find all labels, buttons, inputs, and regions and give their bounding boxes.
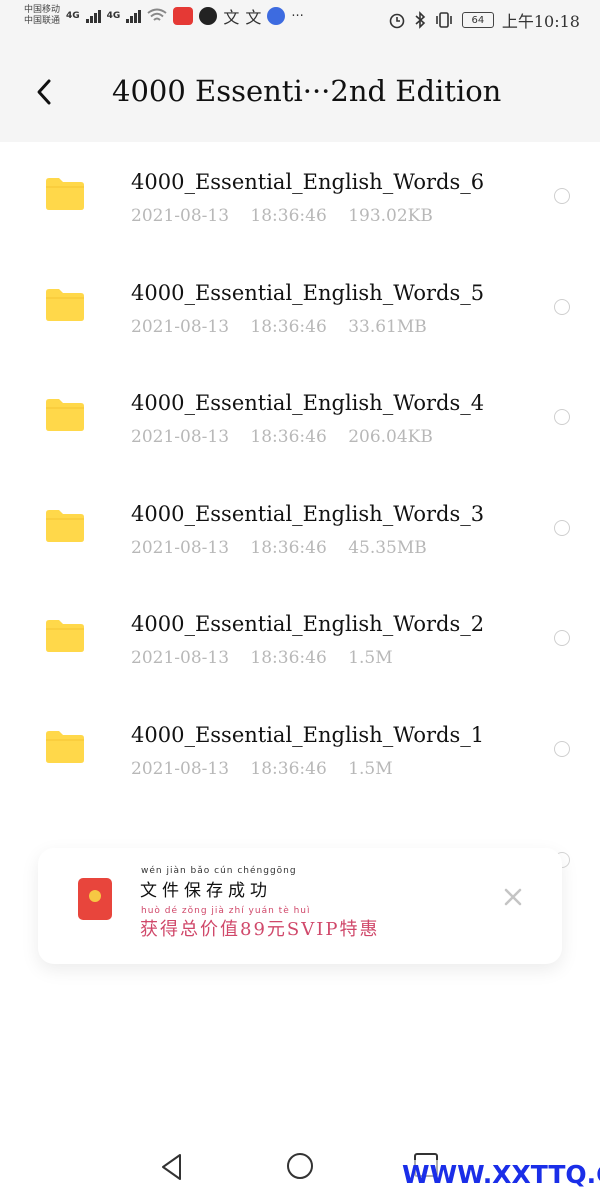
file-size: 206.04KB bbox=[348, 427, 433, 448]
app-header: 4000 Essenti···2nd Edition bbox=[0, 40, 600, 142]
file-size: 1.5M bbox=[348, 758, 393, 779]
music-app-icon bbox=[267, 7, 286, 25]
folder-icon bbox=[46, 399, 84, 432]
battery-icon: 64 bbox=[461, 12, 494, 28]
file-name: 4000_Essential_English_Words_5 bbox=[131, 280, 485, 305]
app-text-icon: 文 bbox=[223, 8, 240, 27]
toast-close-button[interactable] bbox=[502, 886, 524, 908]
close-icon bbox=[504, 888, 522, 906]
status-bar: 中国移动 中国联通 4G 4G 文 文 ··· 64 上午10:18 bbox=[0, 0, 600, 40]
select-radio[interactable] bbox=[554, 630, 570, 647]
signal-bars-icon bbox=[85, 9, 101, 23]
file-list: 4000_Essential_English_Words_6 2021-08-1… bbox=[0, 142, 600, 868]
app-notification-icon bbox=[173, 7, 194, 25]
file-date: 2021-08-13 bbox=[131, 427, 230, 448]
site-watermark: WWW.XXTTQ.COM bbox=[402, 1160, 600, 1189]
select-radio[interactable] bbox=[554, 188, 570, 204]
file-row[interactable]: 4000_Essential_English_Words_2 2021-08-1… bbox=[0, 584, 600, 695]
network-type-1: 4G bbox=[66, 11, 80, 21]
vibrate-icon bbox=[436, 12, 452, 28]
file-meta: 2021-08-13 18:36:46 45.35MB bbox=[131, 538, 443, 558]
file-meta: 2021-08-13 18:36:46 1.5M bbox=[131, 759, 409, 779]
file-date: 2021-08-13 bbox=[131, 537, 230, 558]
folder-icon bbox=[46, 178, 84, 210]
back-button[interactable] bbox=[28, 72, 60, 112]
app-notification-icon bbox=[199, 7, 218, 25]
file-browser-screen: 中国移动 中国联通 4G 4G 文 文 ··· 64 上午10:18 4000 … bbox=[0, 0, 600, 1200]
file-name: 4000_Essential_English_Words_2 bbox=[131, 612, 485, 637]
file-row[interactable]: 4000_Essential_English_Words_4 2021-08-1… bbox=[0, 363, 600, 474]
file-time: 18:36:46 bbox=[250, 537, 327, 558]
bluetooth-icon bbox=[415, 11, 426, 29]
file-meta: 2021-08-13 18:36:46 33.61MB bbox=[131, 317, 443, 337]
select-radio[interactable] bbox=[554, 519, 570, 536]
file-date: 2021-08-13 bbox=[131, 758, 230, 779]
save-success-toast[interactable]: wén jiàn bǎo cún chénggōng 文件保存成功 huò dé… bbox=[38, 848, 562, 964]
file-name: 4000_Essential_English_Words_3 bbox=[131, 501, 485, 526]
page-title: 4000 Essenti···2nd Edition bbox=[112, 74, 502, 108]
file-size: 193.02KB bbox=[348, 206, 433, 226]
toast-message: 文件保存成功 bbox=[140, 881, 272, 901]
folder-icon bbox=[46, 620, 84, 653]
select-radio[interactable] bbox=[554, 298, 570, 315]
file-time: 18:36:46 bbox=[250, 648, 327, 669]
file-time: 18:36:46 bbox=[250, 316, 327, 337]
wifi-icon bbox=[147, 8, 167, 21]
file-time: 18:36:46 bbox=[250, 427, 327, 448]
network-type-2: 4G bbox=[106, 11, 121, 21]
carrier-2: 中国联通 bbox=[24, 16, 61, 26]
file-time: 18:36:46 bbox=[250, 758, 327, 779]
nav-home-icon[interactable] bbox=[286, 1152, 314, 1180]
file-size: 33.61MB bbox=[348, 316, 427, 337]
select-radio[interactable] bbox=[554, 740, 570, 757]
file-date: 2021-08-13 bbox=[131, 648, 230, 669]
file-row[interactable]: 4000_Essential_English_Words_1 2021-08-1… bbox=[0, 695, 600, 806]
select-radio[interactable] bbox=[554, 409, 570, 426]
file-name: 4000_Essential_English_Words_1 bbox=[131, 722, 485, 747]
app-text-icon: 文 bbox=[245, 8, 262, 27]
file-row[interactable]: 4000_Essential_English_Words_6 2021-08-1… bbox=[0, 142, 600, 253]
more-notifications-icon: ··· bbox=[291, 8, 304, 24]
toast-promo-link[interactable]: 获得总价值89元SVIP特惠 bbox=[140, 915, 379, 941]
file-meta: 2021-08-13 18:36:46 1.5M bbox=[131, 648, 409, 668]
file-name: 4000_Essential_English_Words_6 bbox=[131, 170, 485, 194]
folder-icon bbox=[46, 730, 84, 763]
carrier-1: 中国移动 bbox=[24, 5, 61, 15]
file-row[interactable]: 4000_Essential_English_Words_3 2021-08-1… bbox=[0, 474, 600, 585]
alarm-icon bbox=[389, 13, 405, 29]
file-size: 1.5M bbox=[348, 648, 393, 669]
status-left: 中国移动 中国联通 4G 4G 文 文 ··· bbox=[24, 4, 304, 28]
file-name: 4000_Essential_English_Words_4 bbox=[131, 391, 485, 416]
carrier-names: 中国移动 中国联通 bbox=[24, 5, 60, 27]
file-date: 2021-08-13 bbox=[131, 206, 230, 226]
folder-icon bbox=[46, 288, 84, 321]
status-right: 64 上午10:18 bbox=[388, 8, 580, 32]
file-size: 45.35MB bbox=[348, 537, 427, 558]
file-meta: 2021-08-13 18:36:46 206.04KB bbox=[131, 427, 449, 447]
file-date: 2021-08-13 bbox=[131, 316, 230, 337]
signal-bars-icon bbox=[126, 9, 142, 23]
toast-pinyin-line1: wén jiàn bǎo cún chénggōng bbox=[141, 866, 297, 876]
file-meta: 2021-08-13 18:36:46 193.02KB bbox=[131, 206, 449, 226]
nav-back-icon[interactable] bbox=[158, 1152, 186, 1182]
chevron-left-icon bbox=[37, 79, 51, 105]
red-envelope-icon bbox=[78, 878, 112, 920]
file-row[interactable]: 4000_Essential_English_Words_5 2021-08-1… bbox=[0, 253, 600, 364]
clock-time: 上午10:18 bbox=[501, 12, 580, 31]
folder-icon bbox=[46, 509, 84, 542]
file-time: 18:36:46 bbox=[250, 206, 327, 226]
